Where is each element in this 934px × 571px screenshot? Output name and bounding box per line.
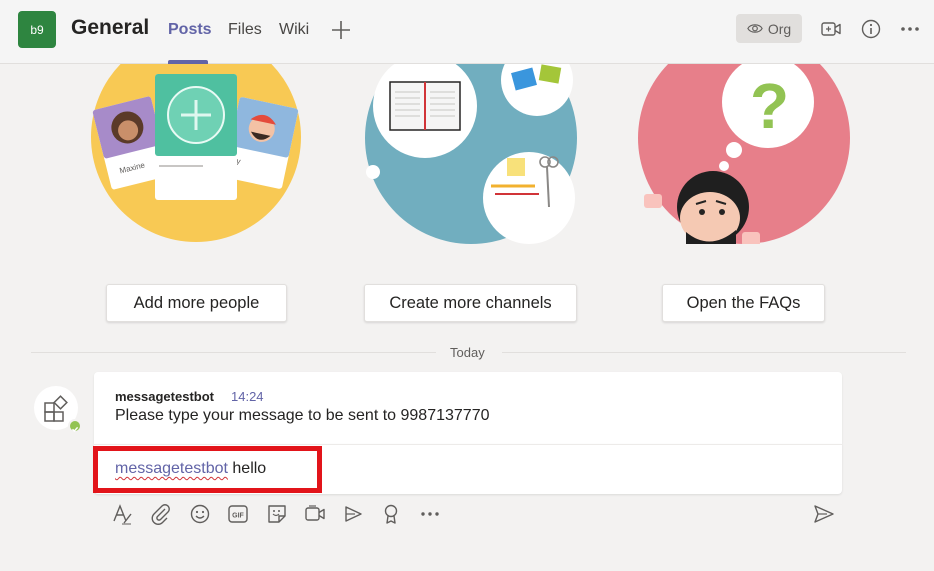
add-more-people-button[interactable]: Add more people <box>106 284 287 322</box>
praise-icon[interactable] <box>380 503 402 525</box>
gif-icon[interactable]: GIF <box>227 503 249 525</box>
message-timestamp: 14:24 <box>231 389 264 404</box>
svg-text:GIF: GIF <box>232 513 244 520</box>
meet-icon[interactable] <box>304 503 326 525</box>
attach-icon[interactable] <box>150 503 172 525</box>
date-divider-left <box>31 352 436 353</box>
format-icon[interactable] <box>111 503 133 525</box>
message-author[interactable]: messagetestbot <box>115 389 214 404</box>
info-icon[interactable] <box>860 18 882 40</box>
emoji-icon[interactable] <box>189 503 211 525</box>
create-more-channels-button[interactable]: Create more channels <box>364 284 577 322</box>
message-body: Please type your message to be sent to 9… <box>115 407 490 424</box>
add-tab-icon[interactable] <box>330 18 352 42</box>
team-avatar[interactable]: b9 <box>18 11 56 48</box>
faqs-illustration: ? <box>638 32 850 244</box>
red-highlight-box <box>93 446 322 493</box>
presence-available-icon <box>68 419 82 433</box>
more-options-icon[interactable] <box>899 18 921 40</box>
stream-icon[interactable] <box>342 503 364 525</box>
create-channels-illustration <box>365 32 577 244</box>
send-icon[interactable] <box>813 503 835 525</box>
svg-text:?: ? <box>750 70 789 142</box>
add-people-illustration: Maxine ky <box>91 32 301 242</box>
sticker-icon[interactable] <box>266 503 288 525</box>
more-icon[interactable] <box>419 503 441 525</box>
date-divider-right <box>502 352 906 353</box>
open-faqs-button[interactable]: Open the FAQs <box>662 284 825 322</box>
date-divider-label: Today <box>450 345 485 360</box>
